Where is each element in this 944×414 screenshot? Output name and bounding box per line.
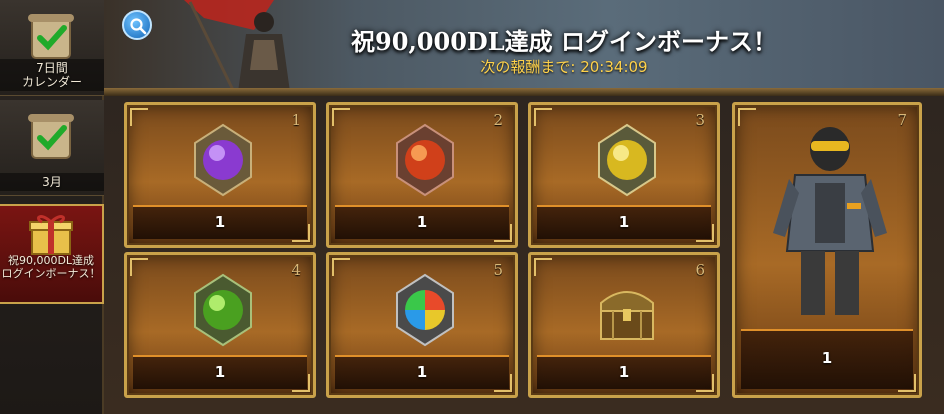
day-number: 6 [695, 261, 705, 279]
reward-card-day-4[interactable]: 4 1 [124, 252, 316, 398]
reward-board: 1 1 2 1 3 1 4 1 5 1 6 1 7 1 [104, 96, 944, 414]
page-title: 祝90,000DL達成 ログインボーナス！ [351, 27, 777, 56]
sidebar-tab-login-bonus[interactable]: 祝90,000DL達成 ログインボーナス！ [0, 204, 104, 304]
reward-card-day-1[interactable]: 1 1 [124, 102, 316, 248]
search-icon [130, 18, 147, 35]
day-number: 1 [291, 111, 301, 129]
card-corner-ornament [130, 108, 148, 126]
sidebar-tab-march[interactable]: 3月 [0, 100, 104, 196]
red-gem-medallion-icon [396, 123, 454, 197]
next-reward-countdown: 次の報酬まで: 20:34:09 [480, 58, 648, 76]
reward-quantity: 1 [821, 349, 833, 367]
scroll-check-icon [28, 114, 74, 159]
card-corner-ornament [130, 258, 148, 276]
reward-quantity: 1 [214, 363, 226, 381]
card-corner-ornament [534, 258, 552, 276]
header-banner: 祝90,000DL達成 ログインボーナス！ 次の報酬まで: 20:34:09 [104, 0, 944, 92]
sidebar-tab-label: 祝90,000DL達成 ログインボーナス！ [1, 254, 101, 280]
card-corner-ornament [332, 108, 350, 126]
reward-quantity: 1 [618, 363, 630, 381]
day-number: 3 [695, 111, 705, 129]
treasure-chest-icon [600, 291, 654, 340]
green-gem-medallion-icon [194, 273, 252, 347]
day-number: 4 [291, 261, 301, 279]
header-divider [104, 88, 944, 96]
card-corner-ornament [534, 108, 552, 126]
day-number: 5 [493, 261, 503, 279]
day-number: 2 [493, 111, 503, 129]
reward-card-day-5[interactable]: 5 1 [326, 252, 518, 398]
reward-quantity: 1 [416, 213, 428, 231]
reward-card-day-2[interactable]: 2 1 [326, 102, 518, 248]
sidebar: 7日間 カレンダー 3月 祝90,000DL達成 ログインボーナス！ [0, 0, 104, 414]
purple-gem-medallion-icon [194, 123, 252, 197]
sidebar-tab-label: 3月 [0, 173, 104, 191]
reward-card-day-6[interactable]: 6 1 [528, 252, 720, 398]
gift-box-icon [29, 215, 73, 255]
reward-card-day-3[interactable]: 3 1 [528, 102, 720, 248]
scroll-check-icon [28, 14, 74, 59]
reward-quantity: 1 [416, 363, 428, 381]
reward-card-day-7[interactable]: 7 1 [732, 102, 922, 398]
card-corner-ornament [332, 258, 350, 276]
card-corner-ornament [738, 108, 756, 126]
sidebar-tab-label: 7日間 カレンダー [0, 59, 104, 91]
search-button[interactable] [122, 10, 152, 40]
armored-knight-costume-icon [773, 127, 887, 315]
rainbow-gem-medallion-icon [396, 273, 454, 347]
gold-gem-medallion-icon [598, 123, 656, 197]
sidebar-tab-7day-calendar[interactable]: 7日間 カレンダー [0, 0, 104, 96]
reward-quantity: 1 [214, 213, 226, 231]
reward-quantity: 1 [618, 213, 630, 231]
